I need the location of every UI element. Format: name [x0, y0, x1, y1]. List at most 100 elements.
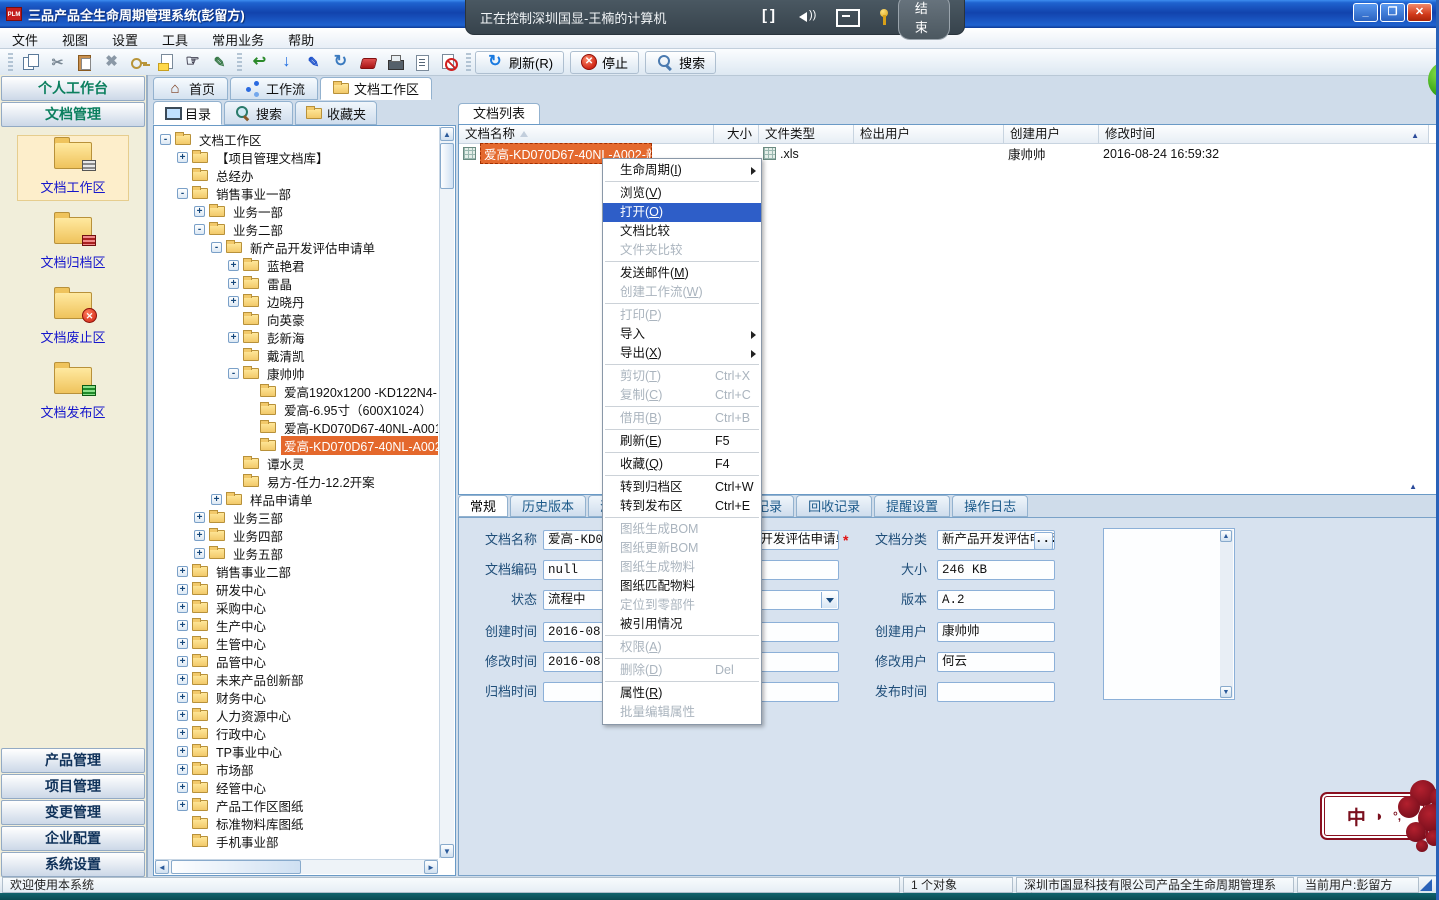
tree-toggle-expand[interactable]: + [211, 494, 222, 505]
fullscreen-icon[interactable] [758, 7, 779, 27]
tree-horizontal-scrollbar[interactable]: ◄ ► [155, 859, 438, 874]
toolbar-grip[interactable] [237, 53, 242, 71]
scroll-thumb[interactable] [171, 860, 301, 874]
tree-toggle-collapse[interactable]: - [211, 242, 222, 253]
tree-node[interactable]: +采购中心 [156, 598, 438, 616]
tree-toggle-expand[interactable]: + [194, 512, 205, 523]
column-header-大小[interactable]: 大小 [714, 125, 759, 143]
scroll-down-button[interactable]: ▼ [440, 844, 454, 858]
column-header-文档名称[interactable]: 文档名称 [459, 125, 714, 143]
tree-node[interactable]: 谭水灵 [156, 454, 438, 472]
tree-node[interactable]: -销售事业一部 [156, 184, 438, 202]
tree-toggle-expand[interactable]: + [177, 584, 188, 595]
field-发布时间[interactable] [937, 682, 1055, 702]
tree-node[interactable]: +财务中心 [156, 688, 438, 706]
detail-tab-常规[interactable]: 常规 [458, 495, 508, 517]
new-doc-button[interactable] [152, 51, 179, 74]
tree-node[interactable]: +业务一部 [156, 202, 438, 220]
resize-grip[interactable] [1420, 879, 1432, 891]
sidebar-section-个人工作台[interactable]: 个人工作台 [1, 76, 145, 101]
field-版本[interactable]: A.2 [937, 590, 1055, 610]
tree-toggle-expand[interactable]: + [177, 764, 188, 775]
tree-node[interactable]: +研发中心 [156, 580, 438, 598]
tree-toggle-expand[interactable]: + [177, 638, 188, 649]
context-menu-item-导入[interactable]: 导入 [603, 325, 761, 344]
context-menu-item-文档比较[interactable]: 文档比较 [603, 222, 761, 241]
toolbar-grip[interactable] [466, 53, 471, 71]
tree-toggle-expand[interactable]: + [177, 674, 188, 685]
list-scroll-up-icon[interactable]: ▲ [1409, 482, 1417, 491]
tree-toggle-collapse[interactable]: - [160, 134, 171, 145]
tree-node[interactable]: +销售事业二部 [156, 562, 438, 580]
tree-node[interactable]: +生产中心 [156, 616, 438, 634]
tree-node[interactable]: 易方-任力-12.2开案 [156, 472, 438, 490]
remark-textarea[interactable]: ▲ ▼ [1103, 528, 1235, 700]
menubar-item-帮助[interactable]: 帮助 [276, 28, 326, 48]
tree-node[interactable]: 戴清凯 [156, 346, 438, 364]
delete-button[interactable]: ✖ [98, 51, 125, 74]
tool-icon[interactable] [869, 7, 890, 27]
tree-node[interactable]: 总经办 [156, 166, 438, 184]
scroll-up-button[interactable]: ▲ [1220, 530, 1232, 542]
copy-button[interactable] [17, 51, 44, 74]
tree-node[interactable]: +蓝艳君 [156, 256, 438, 274]
tree-node[interactable]: -新产品开发评估申请单 [156, 238, 438, 256]
field-大小[interactable]: 246 KB [937, 560, 1055, 580]
sidebar-section-项目管理[interactable]: 项目管理 [1, 774, 145, 799]
tree-toggle-expand[interactable]: + [228, 296, 239, 307]
tree-node[interactable]: 爱高1920x1200 -KD122N4- [156, 382, 438, 400]
tree-node[interactable]: +生管中心 [156, 634, 438, 652]
column-header-修改时间[interactable]: 修改时间 [1099, 125, 1429, 143]
tree-toggle-collapse[interactable]: - [194, 224, 205, 235]
context-menu-item-打开[interactable]: 打开(O) [603, 203, 761, 222]
tree-vertical-scrollbar[interactable]: ▲ ▼ [439, 127, 454, 858]
tree-toggle-expand[interactable]: + [194, 548, 205, 559]
undo-checkout-button[interactable]: ↻ [327, 51, 354, 74]
tree-node[interactable]: +产品工作区图纸 [156, 796, 438, 814]
tree-node[interactable]: +业务四部 [156, 526, 438, 544]
scroll-up-button[interactable]: ▲ [440, 127, 454, 141]
tree-toggle-expand[interactable]: + [194, 206, 205, 217]
context-menu-item-导出[interactable]: 导出(X) [603, 344, 761, 363]
toolbar-grip[interactable] [8, 53, 13, 71]
sidebar-item-文档废止区[interactable]: 文档废止区 [17, 285, 129, 351]
paste-button[interactable] [71, 51, 98, 74]
tree-node[interactable]: -康帅帅 [156, 364, 438, 382]
tree-tab-目录[interactable]: 目录 [153, 101, 222, 125]
tree-toggle-expand[interactable]: + [177, 620, 188, 631]
tree-toggle-expand[interactable]: + [177, 692, 188, 703]
scroll-right-button[interactable]: ► [424, 860, 438, 874]
tree-toggle-expand[interactable]: + [228, 278, 239, 289]
tree-toggle-expand[interactable]: + [177, 800, 188, 811]
detail-tab-提醒设置[interactable]: 提醒设置 [874, 495, 950, 517]
sidebar-section-企业配置[interactable]: 企业配置 [1, 826, 145, 851]
column-header-检出用户[interactable]: 检出用户 [854, 125, 1004, 143]
view-doc-button[interactable] [408, 51, 435, 74]
volume-icon[interactable] [795, 7, 816, 27]
close-button[interactable]: ✕ [1407, 3, 1432, 22]
sidebar-section-文档管理[interactable]: 文档管理 [1, 102, 145, 127]
menubar-item-常用业务[interactable]: 常用业务 [200, 28, 276, 48]
search-button[interactable]: 搜索 [645, 51, 716, 74]
block-doc-button[interactable] [435, 51, 462, 74]
field-修改用户[interactable]: 何云 [937, 652, 1055, 672]
ime-language-icon[interactable]: 中 [1347, 803, 1366, 830]
sidebar-section-系统设置[interactable]: 系统设置 [1, 852, 145, 877]
tree-node[interactable]: 爱高-6.95寸（600X1024） [156, 400, 438, 418]
restore-button[interactable]: ❐ [1380, 3, 1405, 22]
menubar-item-设置[interactable]: 设置 [100, 28, 150, 48]
browse-button[interactable]: ... [1034, 532, 1053, 550]
context-menu-item-收藏[interactable]: 收藏(Q)F4 [603, 455, 761, 474]
context-menu-item-图纸匹配物料[interactable]: 图纸匹配物料 [603, 577, 761, 596]
scroll-down-button[interactable]: ▼ [1220, 686, 1232, 698]
tree-tab-搜索[interactable]: 搜索 [224, 101, 293, 125]
end-session-button[interactable]: 结束 [898, 0, 950, 40]
tree-tab-收藏夹[interactable]: 收藏夹 [295, 101, 377, 125]
minimize-button[interactable]: _ [1353, 3, 1378, 22]
tree-node[interactable]: +样品申请单 [156, 490, 438, 508]
tree-toggle-collapse[interactable]: - [177, 188, 188, 199]
menubar-item-文件[interactable]: 文件 [0, 28, 50, 48]
tree-node[interactable]: +彭新海 [156, 328, 438, 346]
stop-button[interactable]: 停止 [570, 51, 639, 74]
tree-node[interactable]: +人力资源中心 [156, 706, 438, 724]
